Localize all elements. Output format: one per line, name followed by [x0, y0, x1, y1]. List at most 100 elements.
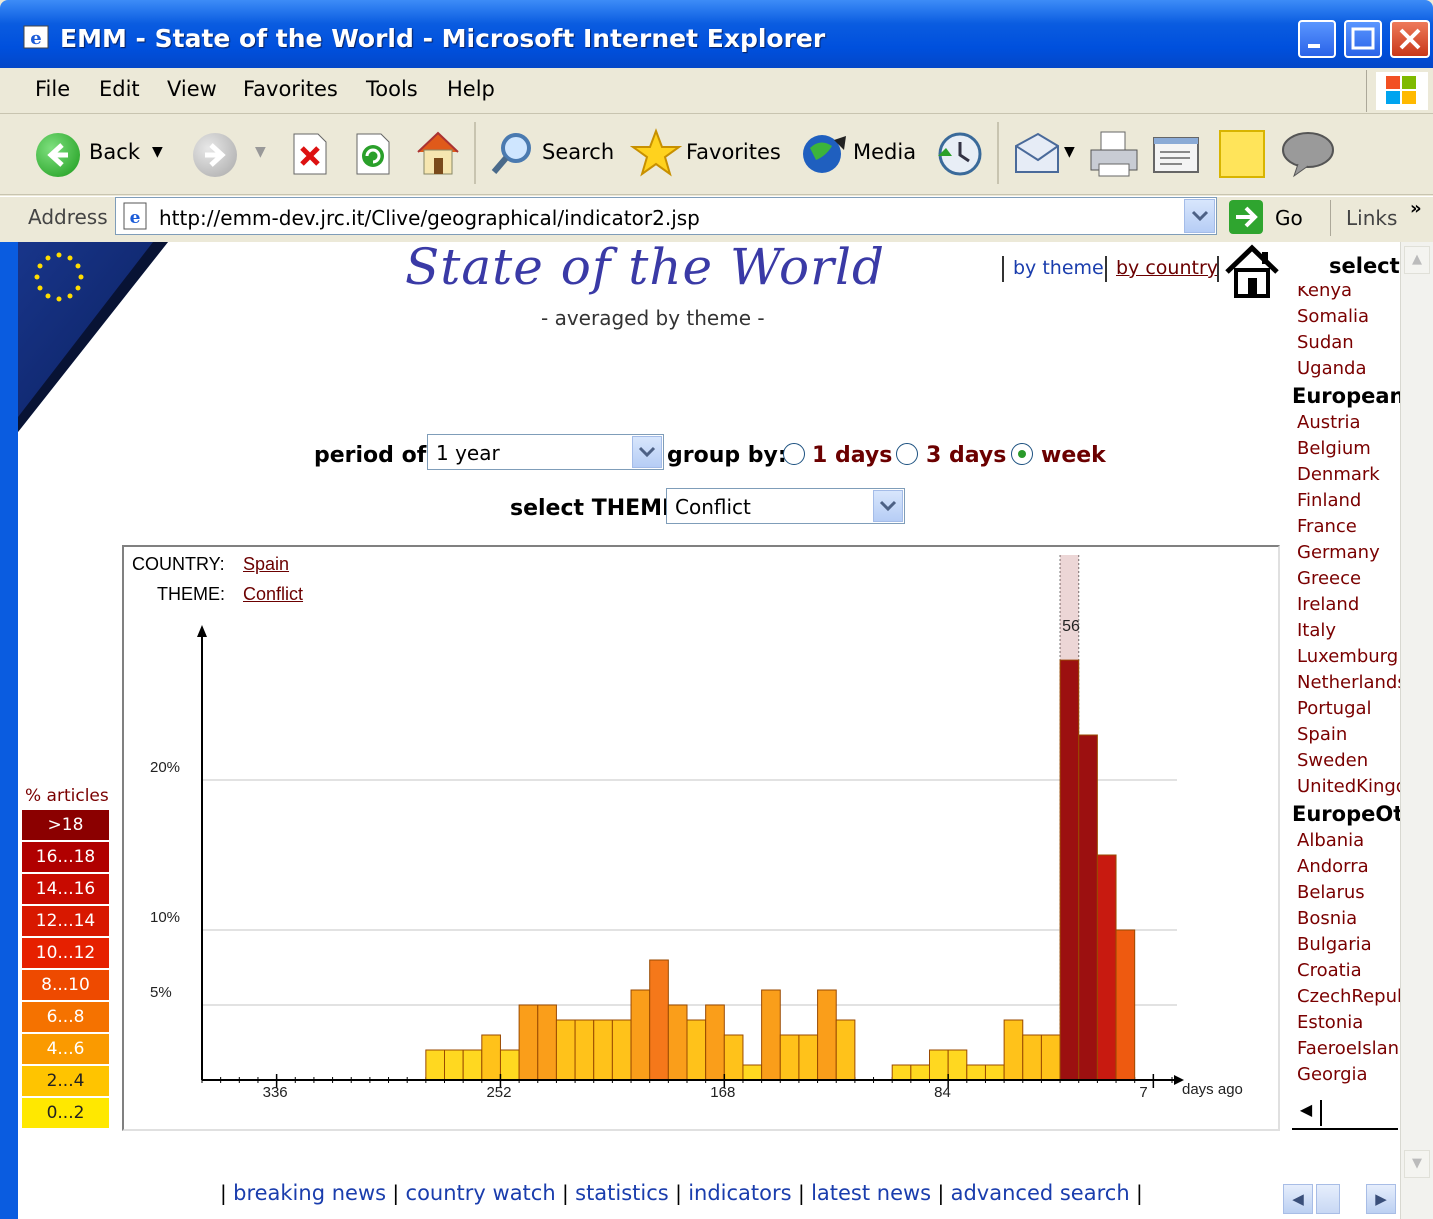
- hscroll-left-button[interactable]: ◀: [1283, 1184, 1313, 1214]
- go-arrow-icon[interactable]: [1228, 199, 1266, 235]
- footer-link-indicators[interactable]: indicators: [688, 1181, 791, 1205]
- country-list-item[interactable]: Sweden: [1297, 750, 1368, 771]
- search-icon[interactable]: [488, 130, 538, 178]
- address-url[interactable]: http://emm-dev.jrc.it/Clive/geographical…: [159, 206, 700, 230]
- media-icon[interactable]: [800, 130, 850, 178]
- country-list-item[interactable]: FaeroeIslan: [1297, 1038, 1399, 1059]
- back-dropdown-icon[interactable]: ▼: [152, 144, 163, 160]
- country-list-item[interactable]: Bulgaria: [1297, 934, 1372, 955]
- edit-icon[interactable]: [1152, 134, 1202, 176]
- forward-dropdown-icon[interactable]: ▼: [255, 144, 266, 160]
- radio-3-days[interactable]: [896, 443, 918, 465]
- country-list-item[interactable]: Estonia: [1297, 1012, 1363, 1033]
- country-list-hscroll[interactable]: ◀: [1290, 1096, 1400, 1132]
- period-select[interactable]: 1 year: [427, 434, 664, 470]
- discuss-note-icon[interactable]: [1219, 130, 1265, 178]
- refresh-icon[interactable]: [353, 132, 393, 176]
- history-icon[interactable]: [934, 128, 984, 178]
- links-button[interactable]: Links: [1346, 206, 1397, 230]
- footer-link-country-watch[interactable]: country watch: [406, 1181, 556, 1205]
- country-list-item[interactable]: Spain: [1297, 724, 1347, 745]
- back-arrow-icon[interactable]: [36, 133, 80, 177]
- country-list-item[interactable]: Georgia: [1297, 1064, 1368, 1085]
- home-icon[interactable]: [413, 128, 463, 178]
- country-list-item[interactable]: Germany: [1297, 542, 1380, 563]
- footer-link-breaking-news[interactable]: breaking news: [233, 1181, 386, 1205]
- mail-dropdown-icon[interactable]: ▼: [1064, 144, 1075, 160]
- links-chevron-icon[interactable]: »: [1410, 198, 1422, 219]
- footer-link-advanced-search[interactable]: advanced search: [951, 1181, 1130, 1205]
- radio-1-days-label[interactable]: 1 days: [812, 443, 892, 468]
- favorites-button[interactable]: Favorites: [686, 140, 781, 164]
- favorites-star-icon[interactable]: [629, 128, 683, 178]
- chevron-down-icon[interactable]: [632, 436, 662, 468]
- country-list-item[interactable]: Austria: [1297, 412, 1361, 433]
- country-list-header: select: [1329, 254, 1400, 278]
- messenger-icon[interactable]: [1278, 130, 1336, 178]
- legend-title: % articles: [25, 786, 109, 806]
- hscroll-right-button[interactable]: ▶: [1366, 1184, 1396, 1214]
- theme-select[interactable]: Conflict: [666, 488, 905, 524]
- legend-item: 2...4: [22, 1066, 109, 1098]
- close-window-button[interactable]: [1390, 20, 1430, 58]
- scroll-left-arrow-icon[interactable]: ◀: [1292, 1100, 1322, 1126]
- back-button[interactable]: Back: [89, 140, 140, 164]
- country-list-item[interactable]: Bosnia: [1297, 908, 1357, 929]
- mail-icon[interactable]: [1012, 132, 1062, 176]
- scroll-down-arrow-icon[interactable]: ▼: [1404, 1150, 1430, 1178]
- stop-icon[interactable]: [290, 132, 330, 176]
- chevron-down-icon[interactable]: [873, 490, 903, 522]
- radio-week-label[interactable]: week: [1041, 443, 1106, 468]
- country-list-item[interactable]: Sudan: [1297, 332, 1354, 353]
- country-list-item[interactable]: Denmark: [1297, 464, 1380, 485]
- vertical-scrollbar[interactable]: ▲ ▼: [1400, 242, 1433, 1219]
- footer-link-latest-news[interactable]: latest news: [811, 1181, 931, 1205]
- address-label: Address: [28, 205, 108, 229]
- page-title: State of the World: [405, 238, 886, 296]
- radio-week[interactable]: [1011, 443, 1033, 465]
- country-list-item[interactable]: Somalia: [1297, 306, 1369, 327]
- go-button[interactable]: Go: [1275, 206, 1303, 230]
- country-list-item[interactable]: Finland: [1297, 490, 1361, 511]
- radio-1-days[interactable]: [783, 443, 805, 465]
- country-list-item[interactable]: Ireland: [1297, 594, 1359, 615]
- chart-bar: [966, 1064, 986, 1081]
- radio-3-days-label[interactable]: 3 days: [926, 443, 1006, 468]
- country-list-item[interactable]: France: [1297, 516, 1357, 537]
- country-list-item[interactable]: Belarus: [1297, 882, 1365, 903]
- address-dropdown-button[interactable]: [1184, 199, 1215, 233]
- chart-bar: [891, 1064, 912, 1081]
- menu-file[interactable]: File: [35, 77, 70, 101]
- country-list-item[interactable]: Greece: [1297, 568, 1361, 589]
- footer-link-statistics[interactable]: statistics: [575, 1181, 669, 1205]
- country-list-item[interactable]: Croatia: [1297, 960, 1362, 981]
- country-list-item[interactable]: Portugal: [1297, 698, 1372, 719]
- search-button[interactable]: Search: [542, 140, 614, 164]
- country-list-item[interactable]: UnitedKingd: [1297, 776, 1400, 797]
- menu-view[interactable]: View: [167, 77, 217, 101]
- print-icon[interactable]: [1087, 128, 1141, 180]
- forward-arrow-icon[interactable]: [193, 133, 237, 177]
- country-list-item[interactable]: Andorra: [1297, 856, 1369, 877]
- chart-bar: [518, 1004, 539, 1081]
- home-page-icon[interactable]: [1224, 244, 1280, 300]
- menu-favorites[interactable]: Favorites: [243, 77, 338, 101]
- by-theme-link[interactable]: by theme: [1013, 257, 1104, 279]
- minimize-button[interactable]: [1298, 20, 1336, 58]
- hscroll-thumb[interactable]: [1316, 1184, 1340, 1214]
- scroll-up-arrow-icon[interactable]: ▲: [1404, 246, 1430, 274]
- country-list-item[interactable]: Netherlands: [1297, 672, 1400, 693]
- country-list-item[interactable]: Albania: [1297, 830, 1364, 851]
- menu-help[interactable]: Help: [447, 77, 495, 101]
- country-list-item[interactable]: Belgium: [1297, 438, 1371, 459]
- window-title-bar[interactable]: e EMM - State of the World - Microsoft I…: [0, 0, 1433, 68]
- country-list-item[interactable]: Italy: [1297, 620, 1336, 641]
- menu-edit[interactable]: Edit: [99, 77, 140, 101]
- maximize-button[interactable]: [1344, 20, 1382, 58]
- country-list-item[interactable]: CzechRepub: [1297, 986, 1400, 1007]
- menu-tools[interactable]: Tools: [366, 77, 418, 101]
- by-country-link[interactable]: by country: [1116, 257, 1218, 279]
- country-list-item[interactable]: Uganda: [1297, 358, 1367, 379]
- country-list-item[interactable]: Luxemburg: [1297, 646, 1398, 667]
- media-button[interactable]: Media: [853, 140, 916, 164]
